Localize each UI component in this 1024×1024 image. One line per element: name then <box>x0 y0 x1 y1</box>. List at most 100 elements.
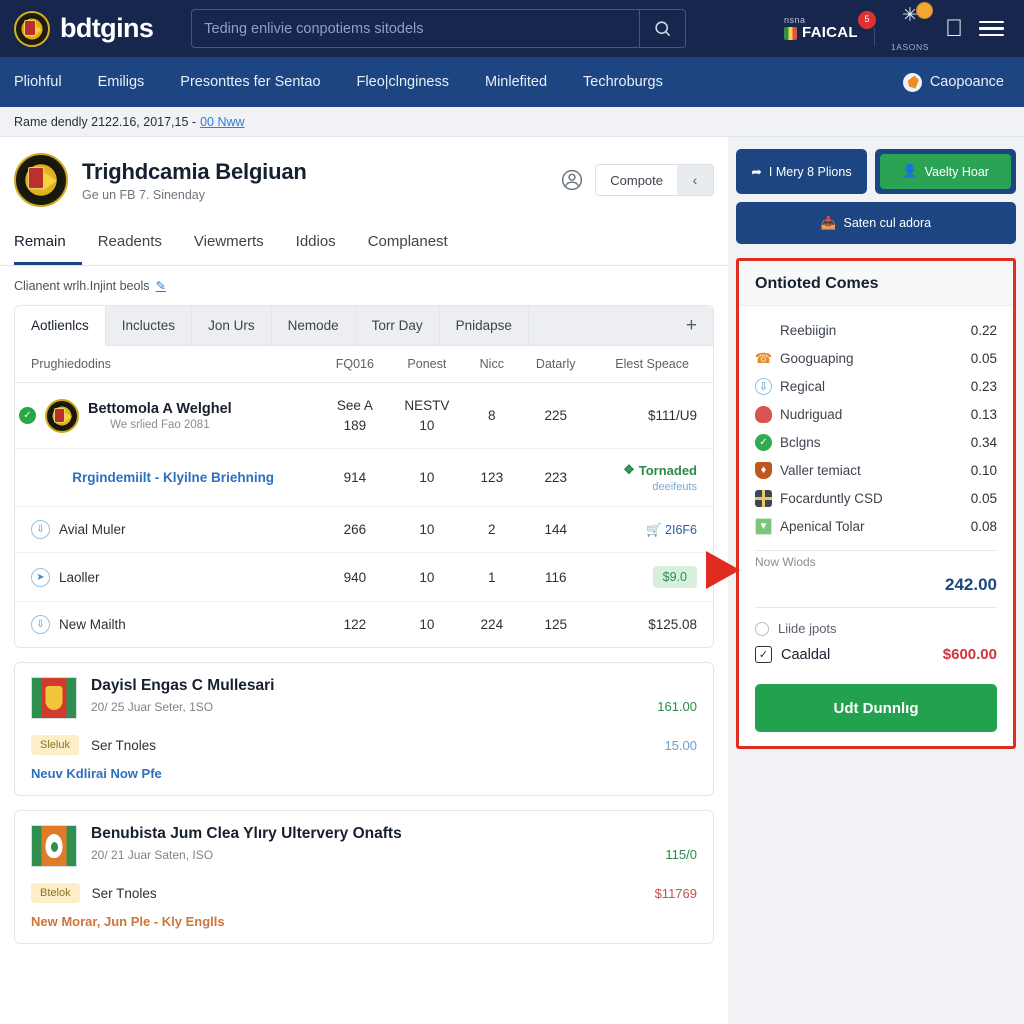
row-0-c4: 225 <box>520 382 592 450</box>
pen-underline-icon[interactable]: ✎ <box>156 278 166 293</box>
row-1-name-cell: Rrgindemiilt - Klyilne Briehning <box>15 448 320 508</box>
tab-readents[interactable]: Readents <box>82 223 178 265</box>
nav-item-1[interactable]: Emiligs <box>80 74 163 90</box>
chevron-left-icon[interactable]: ‹ <box>677 165 713 195</box>
check-circle-icon: ✓ <box>19 407 36 425</box>
panel-tab-add[interactable]: + <box>529 306 713 345</box>
info-circle-icon: ⇩ <box>31 615 50 635</box>
account-name-text: FAICAL <box>801 24 858 42</box>
nav-item-0[interactable]: Pliohful <box>14 74 80 90</box>
table-row[interactable]: ⇩ New Mailth 122 10 224 125 $125.08 <box>15 602 713 647</box>
summary-panel: Ontioted Comes Reebiigin 0.22 ☎ Googuapi… <box>736 258 1016 749</box>
col-4: Datarly <box>520 346 592 383</box>
offer-1-badge: Btelok <box>31 883 80 904</box>
search-button[interactable] <box>639 10 686 47</box>
offer-1-footer-link[interactable]: New Morar, Jun Ple - Kly Englls <box>31 914 697 929</box>
row-2-c2: 10 <box>390 506 464 554</box>
option-radio-row[interactable]: Liide jpots <box>755 616 997 641</box>
table-row[interactable]: ✓ Bettomola A Welghel We srlied Fao 2081 <box>15 382 713 450</box>
row-1-c1: 914 <box>319 448 391 508</box>
segment-label[interactable]: Compote <box>596 165 677 195</box>
nav-item-4[interactable]: Minlefited <box>467 74 565 90</box>
vaelty-hoar-label: Vaelty Hoar <box>924 164 989 179</box>
panel-tab-2[interactable]: Jon Urs <box>192 306 272 345</box>
coin-icon <box>916 1 933 19</box>
note-row: Clianent wrlh.Injint beols ✎ <box>0 266 728 299</box>
radio-unchecked-icon[interactable] <box>755 621 769 636</box>
app-root: bdtgins nsna FAICAL 5 ✳ <box>0 0 1024 1024</box>
breadcrumb-text: Rame dendly 2122.16, 2017,15 - <box>14 114 197 129</box>
panel-tab-0[interactable]: Aotlienlcs <box>15 306 106 346</box>
summary-line-7-value: 0.08 <box>970 518 997 534</box>
offer-0-footer-link[interactable]: Neuv Kdlirai Now Pfe <box>31 766 697 781</box>
notification-badge[interactable]: 5 <box>855 8 878 31</box>
right-sidebar: ➦ I Mery 8 Plions 👤 Vaelty Hoar 📥 Saten … <box>728 137 1024 1024</box>
row-1-c5-text: Tornaded <box>638 462 697 478</box>
row-0-c1: See A 189 <box>319 382 391 450</box>
offer-card[interactable]: Benubista Jum Clea Ylıry Ultervery Onaft… <box>14 810 714 945</box>
info-circle-icon: ⇩ <box>31 520 50 540</box>
search-bar[interactable] <box>191 9 687 48</box>
person-circle-icon[interactable] <box>561 169 583 191</box>
panel-tab-4[interactable]: Torr Day <box>356 306 440 345</box>
tab-iddios[interactable]: Iddios <box>280 223 352 265</box>
col-3: Nicc <box>463 346 521 383</box>
offer-0-sub: 20/ 25 Juar Seter, 1SO <box>91 700 214 715</box>
panel-tab-5[interactable]: Pnidapse <box>440 306 529 345</box>
apple-icon[interactable]:  <box>945 16 963 41</box>
table-row[interactable]: Rrgindemiilt - Klyilne Briehning 914 10 … <box>15 448 713 508</box>
nav-right-label: Caopoance <box>929 74 1004 90</box>
tab-complanest[interactable]: Complanest <box>352 223 464 265</box>
summary-line: ☎ Googuaping 0.05 <box>755 344 997 372</box>
search-input[interactable] <box>192 10 640 47</box>
rewards-label: 1ASONS <box>890 41 929 52</box>
vaelty-hoar-button[interactable]: 👤 Vaelty Hoar <box>875 149 1016 194</box>
row-0-c5: $111/U9 <box>591 382 713 450</box>
col-1: FQ016 <box>319 346 391 383</box>
share-plions-button[interactable]: ➦ I Mery 8 Plions <box>736 149 867 194</box>
hamburger-menu-icon[interactable] <box>979 20 1004 37</box>
row-1-link[interactable]: Rrgindemiilt - Klyilne Briehning <box>72 470 274 485</box>
crest-avatar-icon <box>14 153 68 207</box>
offer-0-badge: Sleluk <box>31 735 79 756</box>
option-check-row[interactable]: ✓ Caaldal $600.00 <box>755 641 997 668</box>
row-3-c5-pill: $9.0 <box>652 566 697 589</box>
nav-right-action[interactable]: Caopoance <box>902 72 1010 92</box>
row-4-c1: 122 <box>343 617 367 633</box>
profile-tabs: Remain Readents Viewmerts Iddios Complan… <box>0 213 728 266</box>
summary-line-3-label: Nudriguad <box>780 406 843 422</box>
brand[interactable]: bdtgins <box>14 10 154 47</box>
table-row[interactable]: ➤ Laoller 940 10 1 116 $9.0 <box>15 552 713 603</box>
primary-cta-button[interactable]: Udt Dunnlıg <box>755 684 997 732</box>
summary-line-2-value: 0.23 <box>970 378 997 394</box>
offer-1-name: Benubista Jum Clea Ylıry Ultervery Onaft… <box>91 825 402 843</box>
panel-tab-1[interactable]: Incluctes <box>106 306 193 345</box>
tab-remain[interactable]: Remain <box>14 223 82 265</box>
tab-viewmerts[interactable]: Viewmerts <box>178 223 280 265</box>
row-4-c2: 10 <box>419 617 435 633</box>
row-0-c2-top: NESTV <box>404 398 450 413</box>
offer-1-sub: 20/ 21 Juar Saten, ISO <box>91 848 214 863</box>
checkbox-checked-icon[interactable]: ✓ <box>755 646 772 663</box>
sidebar-button-row: ➦ I Mery 8 Plions 👤 Vaelty Hoar <box>736 149 1016 194</box>
summary-line-1-value: 0.05 <box>970 350 997 366</box>
table-row[interactable]: ⇩ Avial Muler 266 10 2 144 🛒 2I6F6 <box>15 506 713 554</box>
panel-tab-3[interactable]: Nemode <box>272 306 356 345</box>
phone-icon: ☎ <box>754 349 773 366</box>
page-subtitle: Ge un FB 7. Sinenday <box>82 187 205 202</box>
breadcrumb-link[interactable]: 00 Nww <box>200 115 244 129</box>
none-icon <box>755 322 772 339</box>
envelope-icon: ▼ <box>755 517 772 535</box>
rewards-chip[interactable]: ✳ 1ASONS <box>890 1 933 52</box>
nav-item-3[interactable]: Fleo|clnginess <box>339 74 467 90</box>
row-2-c5: 🛒 2I6F6 <box>591 506 713 554</box>
saten-cul-adora-button[interactable]: 📥 Saten cul adora <box>736 202 1016 244</box>
offer-card[interactable]: Dayisl Engas C Mullesari 20/ 25 Juar Set… <box>14 662 714 797</box>
nav-item-5[interactable]: Techroburgs <box>565 74 681 90</box>
account-chip[interactable]: nsna FAICAL 5 <box>783 8 878 42</box>
row-3-c2: 10 <box>390 552 464 603</box>
nav-item-2[interactable]: Presonttes fer Sentao <box>162 74 338 90</box>
row-0-c3: 8 <box>463 382 521 450</box>
offer-0-amount: 161.00 <box>657 699 697 715</box>
compote-segment[interactable]: Compote ‹ <box>595 164 714 196</box>
